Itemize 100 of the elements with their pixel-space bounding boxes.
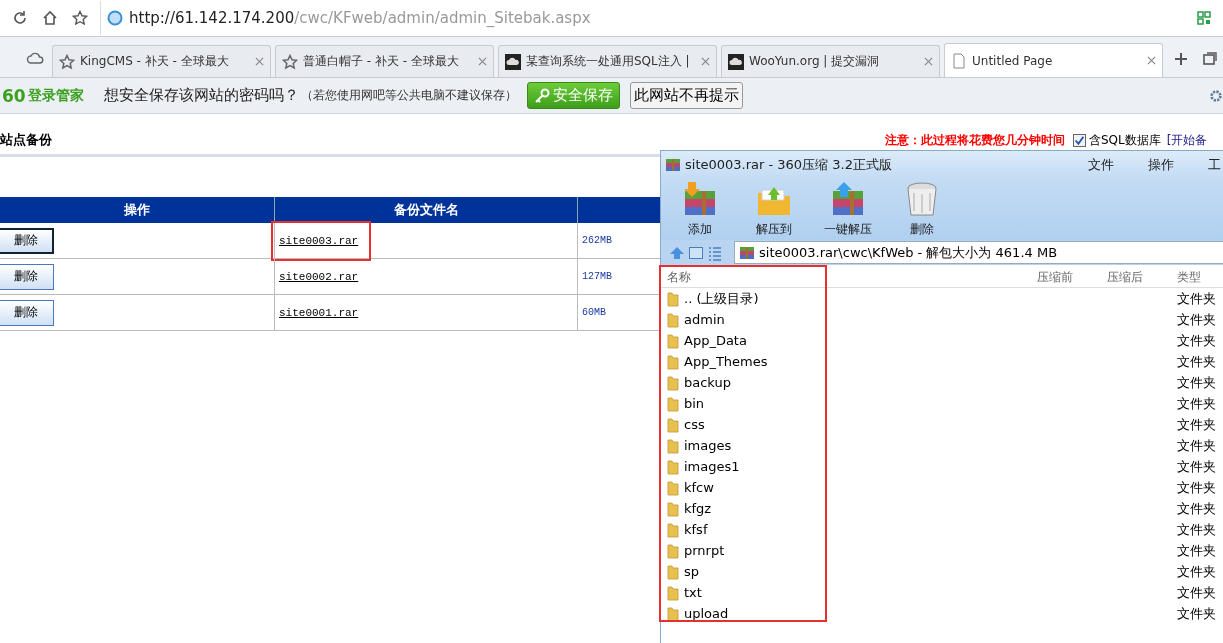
column-header[interactable]: 压缩后: [1107, 269, 1143, 286]
folder-icon: [667, 521, 679, 538]
file-name[interactable]: images1: [684, 459, 740, 474]
file-name[interactable]: App_Data: [684, 333, 747, 348]
toolbar-button[interactable]: 一键解压: [813, 178, 883, 240]
file-size: 60MB: [582, 307, 606, 318]
browser-tab[interactable]: Untitled Page: [944, 43, 1163, 77]
menu-item[interactable]: 操作: [1148, 155, 1174, 174]
file-name[interactable]: kfgz: [684, 501, 712, 516]
column-header[interactable]: 名称: [667, 269, 691, 286]
file-link[interactable]: site0001.rar: [279, 306, 359, 319]
browser-tab[interactable]: WooYun.org | 提交漏洞: [721, 45, 940, 77]
file-type: 文件夹: [1177, 541, 1216, 560]
archive-icon: [682, 181, 718, 217]
close-icon[interactable]: [924, 57, 933, 66]
file-name[interactable]: admin: [684, 312, 725, 327]
path-field[interactable]: site0003.rar\cwc\KfWeb - 解包大小为 461.4 MB: [734, 241, 1223, 264]
delete-button[interactable]: 删除: [0, 299, 54, 326]
toolbar-button[interactable]: 添加: [665, 178, 735, 240]
file-type: 文件夹: [1177, 289, 1216, 308]
cloud-icon[interactable]: [26, 51, 44, 65]
checkbox[interactable]: [1073, 133, 1086, 147]
qr-code-icon[interactable]: [1197, 11, 1211, 25]
file-name[interactable]: upload: [684, 606, 729, 621]
folder-icon: [667, 605, 679, 622]
close-icon[interactable]: [255, 57, 264, 66]
browser-tab[interactable]: 普通白帽子 - 补天 - 全球最大: [275, 45, 494, 77]
up-arrow-icon[interactable]: [669, 244, 685, 261]
browser-tab[interactable]: KingCMS - 补天 - 全球最大: [52, 45, 271, 77]
file-type: 文件夹: [1177, 415, 1216, 434]
cloud-icon: [505, 53, 521, 70]
file-name[interactable]: txt: [684, 585, 702, 600]
browser-tab[interactable]: 某查询系统一处通用SQL注入 |: [498, 45, 717, 77]
close-icon[interactable]: [1147, 56, 1156, 65]
toolbar-button[interactable]: 解压到: [739, 178, 809, 240]
folder-icon: [667, 353, 679, 370]
archive-icon: [665, 156, 681, 173]
address-field[interactable]: http://61.142.174.200/cwc/KFweb/admin/admin_Sitebak.aspx: [100, 1, 1197, 35]
folder-icon: [667, 584, 679, 601]
archive-icon: [830, 181, 866, 217]
star-icon[interactable]: [72, 10, 88, 26]
window-title: site0003.rar - 360压缩 3.2正式版: [685, 155, 892, 174]
file-type: 文件夹: [1177, 520, 1216, 539]
file-name[interactable]: backup: [684, 375, 731, 390]
new-tab-icon[interactable]: [1175, 53, 1187, 65]
star-icon: [282, 53, 298, 70]
save-password-question: 想安全保存该网站的密码吗？: [103, 86, 299, 105]
page-icon: [951, 52, 967, 69]
globe-icon: [107, 10, 123, 26]
file-link[interactable]: site0002.rar: [279, 270, 359, 283]
column-header: 备份文件名: [275, 197, 578, 223]
folder-icon: [667, 374, 679, 391]
toolbar-button[interactable]: 删除: [887, 178, 957, 240]
reload-icon[interactable]: [12, 10, 28, 26]
delete-button[interactable]: 删除: [0, 263, 54, 290]
column-header: 操作: [0, 197, 275, 223]
cloud-icon: [728, 53, 744, 70]
file-type: 文件夹: [1177, 457, 1216, 476]
file-name[interactable]: bin: [684, 396, 705, 411]
list-view-icon[interactable]: [707, 244, 723, 261]
home-icon[interactable]: [42, 10, 58, 26]
brand-name: 登录管家: [27, 86, 84, 105]
thumbnail-view-icon[interactable]: [688, 244, 704, 261]
file-type: 文件夹: [1177, 331, 1216, 350]
menu-item[interactable]: 文件: [1088, 155, 1114, 174]
file-name[interactable]: App_Themes: [684, 354, 768, 369]
close-icon[interactable]: [701, 57, 710, 66]
folder-icon: [667, 332, 679, 349]
file-name[interactable]: prnrpt: [684, 543, 725, 558]
file-size: 127MB: [582, 271, 612, 282]
file-type: 文件夹: [1177, 499, 1216, 518]
file-name[interactable]: css: [684, 417, 705, 432]
file-type: 文件夹: [1177, 373, 1216, 392]
file-link[interactable]: site0003.rar: [279, 234, 359, 247]
window-icon[interactable]: [1203, 52, 1217, 66]
file-type: 文件夹: [1177, 436, 1216, 455]
file-name[interactable]: images: [684, 438, 732, 453]
checkbox-label: 含SQL数据库: [1089, 131, 1161, 149]
logo-text: 60: [2, 85, 26, 106]
warning-text: 注意：此过程将花费您几分钟时间: [885, 131, 1065, 149]
hint-text: （若您使用网吧等公共电脑不建议保存）: [300, 87, 517, 104]
close-icon[interactable]: [478, 57, 487, 66]
folder-icon: [667, 395, 679, 412]
never-ask-button[interactable]: 此网站不再提示: [629, 82, 743, 109]
file-type: 文件夹: [1177, 352, 1216, 371]
archive-icon: [739, 244, 755, 261]
folder-icon: [667, 416, 679, 433]
star-icon: [59, 53, 75, 70]
column-header[interactable]: 压缩前: [1037, 269, 1073, 286]
file-size: 262MB: [582, 235, 612, 246]
file-name[interactable]: sp: [684, 564, 700, 579]
file-name[interactable]: kfsf: [684, 522, 708, 537]
settings-icon[interactable]: [1209, 88, 1223, 103]
menu-item[interactable]: 工: [1208, 155, 1221, 174]
file-name[interactable]: kfcw: [684, 480, 714, 495]
column-header[interactable]: 类型: [1177, 269, 1201, 286]
file-name[interactable]: .. (上级目录): [684, 289, 759, 308]
start-link[interactable]: [开始备: [1166, 131, 1208, 149]
file-type: 文件夹: [1177, 310, 1216, 329]
delete-button[interactable]: 删除: [0, 227, 54, 254]
